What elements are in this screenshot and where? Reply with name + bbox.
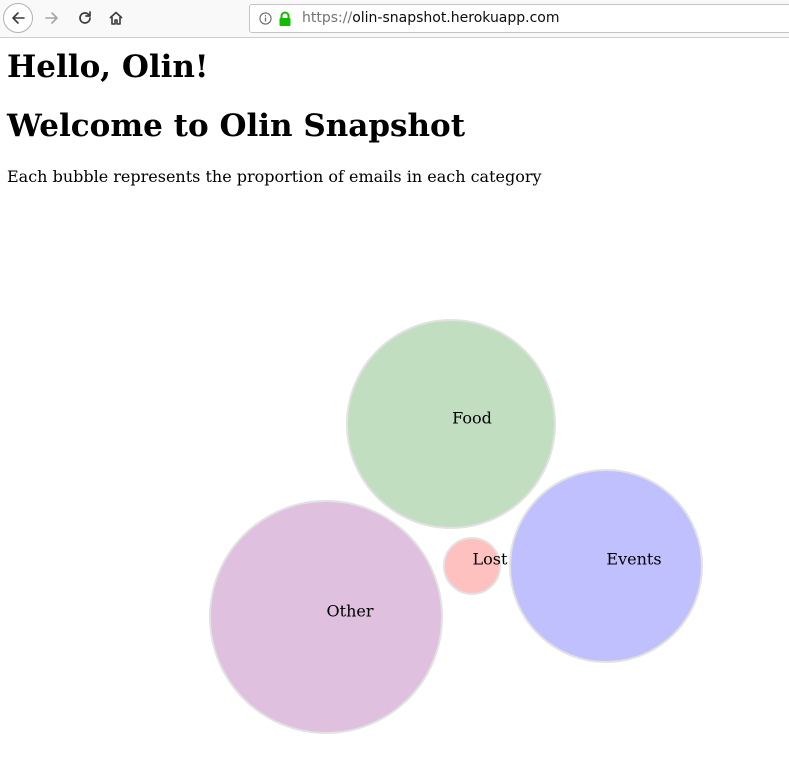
bubble-label-other: Other [327, 602, 374, 621]
bubble-label-events: Events [606, 550, 661, 569]
bubble-food [346, 319, 556, 529]
bubble-chart: Food Events Lost Other [209, 319, 703, 734]
bubble-label-lost: Lost [473, 550, 508, 569]
bubble-label-food: Food [452, 409, 492, 428]
